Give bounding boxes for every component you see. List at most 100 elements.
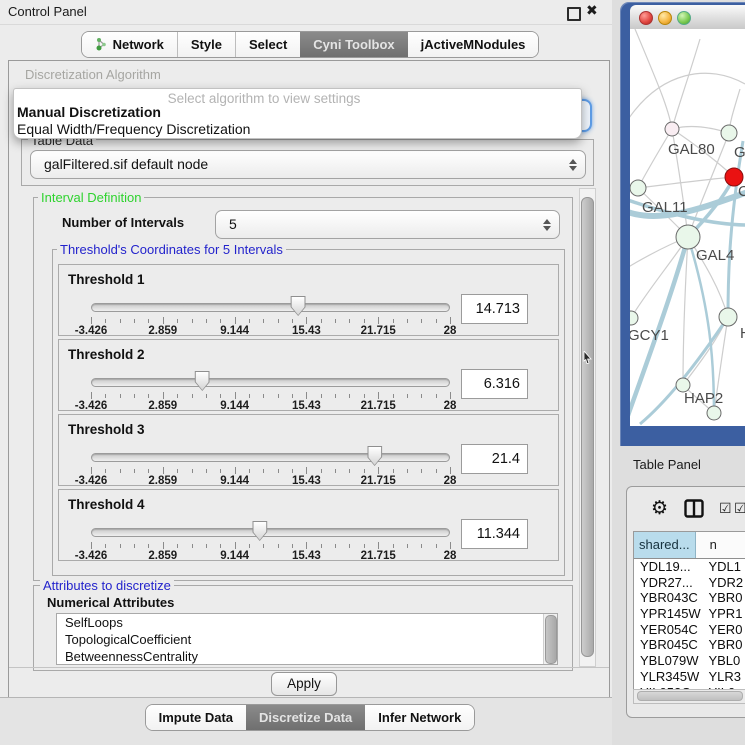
zoom-traffic-light[interactable]: [677, 11, 691, 25]
tab-discretize-data[interactable]: Discretize Data: [246, 705, 365, 730]
cell-shared-name[interactable]: YDL19...: [634, 559, 702, 575]
close-icon[interactable]: ✖: [586, 2, 598, 19]
control-panel-titlebar: Control Panel ✖: [0, 0, 620, 25]
threshold-slider[interactable]: -3.4262.8599.14415.4321.71528: [91, 448, 450, 486]
scrollbar-thumb[interactable]: [581, 197, 594, 657]
threshold-value-field[interactable]: 11.344: [461, 519, 528, 549]
cell-shared-name[interactable]: YPR145W: [634, 606, 702, 622]
numerical-attributes-list[interactable]: SelfLoopsTopologicalCoefficientBetweenne…: [56, 613, 558, 665]
cell-shared-name[interactable]: YDR27...: [634, 575, 702, 591]
tab-select[interactable]: Select: [235, 32, 300, 57]
number-of-intervals-combobox[interactable]: 5: [215, 210, 560, 239]
tick-label: 28: [444, 475, 457, 487]
tick-mark: [436, 319, 437, 323]
slider-track[interactable]: [91, 453, 450, 462]
float-window-icon[interactable]: [567, 7, 581, 21]
table-horizontal-scrollbar[interactable]: [633, 689, 745, 704]
threshold-slider[interactable]: -3.4262.8599.14415.4321.71528: [91, 373, 450, 411]
table-data-group: Table Data galFiltered.sif default node: [21, 139, 594, 186]
columns-icon[interactable]: [684, 499, 704, 518]
table-data-combobox[interactable]: galFiltered.sif default node: [30, 150, 586, 179]
node-bottom[interactable]: [707, 406, 721, 420]
cell-name[interactable]: YBL0: [702, 653, 745, 669]
tick-mark: [105, 394, 106, 398]
tab-style[interactable]: Style: [177, 32, 235, 57]
cell-shared-name[interactable]: YBR043C: [634, 590, 702, 606]
tick-mark: [105, 469, 106, 473]
scrollbar-thumb[interactable]: [545, 615, 557, 664]
checkbox-icon[interactable]: ☑: [734, 500, 745, 517]
column-header-name[interactable]: n: [696, 532, 745, 558]
top-tab-row: NetworkStyleSelectCyni ToolboxjActiveMNo…: [0, 31, 620, 58]
attribute-list-item[interactable]: SelfLoops: [57, 614, 557, 631]
node-top-right[interactable]: [721, 125, 737, 141]
tick-mark: [91, 542, 92, 549]
minimize-traffic-light[interactable]: [658, 11, 672, 25]
scrollbar-thumb[interactable]: [637, 691, 743, 701]
table-row[interactable]: YLR345WYLR3: [634, 669, 745, 685]
tick-mark: [249, 394, 250, 398]
algorithm-option[interactable]: Equal Width/Frequency Discretization: [17, 121, 250, 137]
table-row[interactable]: YDR27...YDR2: [634, 575, 745, 591]
tick-mark: [163, 392, 164, 399]
slider-thumb[interactable]: [367, 446, 382, 466]
tab-jactivemnodules[interactable]: jActiveMNodules: [408, 32, 539, 57]
slider-thumb[interactable]: [252, 521, 267, 541]
close-traffic-light[interactable]: [639, 11, 653, 25]
algorithm-option[interactable]: Manual Discretization: [17, 104, 161, 120]
cell-name[interactable]: YBR0: [702, 637, 745, 653]
cell-name[interactable]: YBR0: [702, 590, 745, 606]
table-row[interactable]: YPR145WYPR1: [634, 606, 745, 622]
slider-track[interactable]: [91, 528, 450, 537]
cell-shared-name[interactable]: YBL079W: [634, 653, 702, 669]
gear-icon[interactable]: ⚙: [651, 497, 668, 520]
table-row[interactable]: YBR045CYBR0: [634, 637, 745, 653]
column-header-shared-name[interactable]: shared...: [634, 532, 696, 558]
tab-infer-network[interactable]: Infer Network: [365, 705, 474, 730]
node-gal11[interactable]: [630, 180, 646, 196]
table-row[interactable]: YDL19...YDL1: [634, 559, 745, 575]
tick-mark: [364, 394, 365, 398]
tick-mark: [134, 544, 135, 548]
network-window-titlebar[interactable]: [630, 5, 745, 30]
node-gal80[interactable]: [665, 122, 679, 136]
cell-name[interactable]: YDR2: [702, 575, 745, 591]
slider-track[interactable]: [91, 303, 450, 312]
threshold-value-field[interactable]: 21.4: [461, 444, 528, 474]
checkbox-icon[interactable]: ☑: [719, 500, 732, 517]
threshold-value-field[interactable]: 14.713: [461, 294, 528, 324]
cell-shared-name[interactable]: YLR345W: [634, 669, 702, 685]
cell-name[interactable]: YER0: [702, 622, 745, 638]
slider-tick-labels: -3.4262.8599.14415.4321.71528: [91, 550, 450, 562]
node-right[interactable]: [719, 308, 737, 326]
node-gcy1[interactable]: [630, 311, 638, 325]
cell-name[interactable]: YDL1: [702, 559, 745, 575]
table-row[interactable]: YBR043CYBR0: [634, 590, 745, 606]
cell-name[interactable]: YPR1: [702, 606, 745, 622]
threshold-value-field[interactable]: 6.316: [461, 369, 528, 399]
cell-shared-name[interactable]: YBR045C: [634, 637, 702, 653]
tab-network[interactable]: Network: [82, 32, 177, 57]
tick-mark: [249, 319, 250, 323]
threshold-slider[interactable]: -3.4262.8599.14415.4321.71528: [91, 523, 450, 561]
table-row[interactable]: YER054CYER0: [634, 622, 745, 638]
network-canvas[interactable]: GAL80 GA C GAL11 GAL4 GCY1 H HAP2: [630, 29, 745, 426]
attribute-list-item[interactable]: TopologicalCoefficient: [57, 631, 557, 648]
attribute-list-item[interactable]: BetweennessCentrality: [57, 648, 557, 665]
slider-thumb[interactable]: [195, 371, 210, 391]
list-vertical-scrollbar[interactable]: [543, 614, 557, 664]
slider-thumb[interactable]: [291, 296, 306, 316]
slider-track[interactable]: [91, 378, 450, 387]
tab-cyni-toolbox[interactable]: Cyni Toolbox: [300, 32, 407, 57]
cell-name[interactable]: YLR3: [702, 669, 745, 685]
cell-shared-name[interactable]: YER054C: [634, 622, 702, 638]
tick-mark: [349, 394, 350, 398]
threshold-panel: Threshold 1 -3.4262.8599.14415.4321.7152…: [58, 264, 559, 336]
threshold-slider[interactable]: -3.4262.8599.14415.4321.71528: [91, 298, 450, 336]
node-gal4[interactable]: [676, 225, 700, 249]
table-row[interactable]: YBL079WYBL0: [634, 653, 745, 669]
apply-button[interactable]: Apply: [271, 672, 337, 696]
table-data-combo-value: galFiltered.sif default node: [44, 156, 208, 172]
tab-impute-data[interactable]: Impute Data: [146, 705, 246, 730]
panel-vertical-scrollbar[interactable]: [579, 188, 596, 667]
